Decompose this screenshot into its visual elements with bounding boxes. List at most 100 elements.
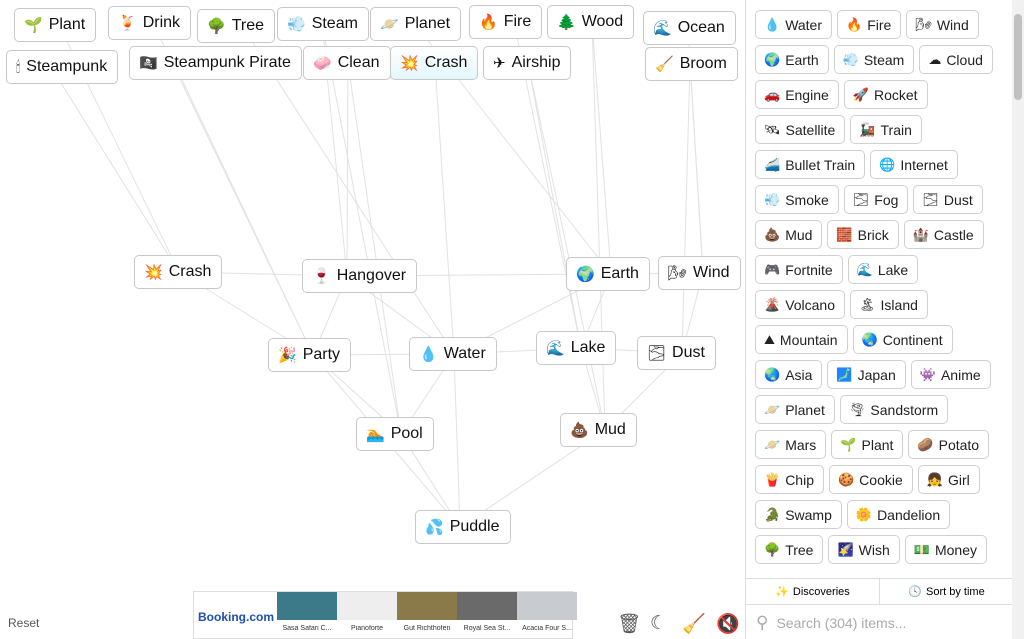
sidebar-item-fire[interactable]: 🔥 Fire	[837, 10, 902, 39]
item-label: Wind	[936, 16, 969, 33]
canvas-item-earth[interactable]: 🌍 Earth	[566, 257, 650, 291]
connection-line	[591, 21, 606, 431]
sidebar-item-lake[interactable]: 🌊 Lake	[847, 255, 919, 284]
sidebar-item-mud[interactable]: 💩 Mud	[755, 220, 823, 249]
canvas-item-crash[interactable]: 💥 Crash	[390, 46, 479, 80]
scrollbar-thumb[interactable]	[1014, 14, 1022, 100]
connection-line	[527, 62, 582, 349]
trash-icon[interactable]: 🗑	[617, 612, 641, 636]
item-label: Mountain	[779, 331, 838, 348]
sidebar-item-brick[interactable]: 🧱 Brick	[827, 220, 899, 249]
canvas-item-lake[interactable]: 🌊 Lake	[536, 331, 617, 365]
sidebar-item-castle[interactable]: 🏰 Castle	[903, 220, 984, 249]
sidebar-item-island[interactable]: 🏝 Island	[850, 290, 928, 319]
reset-button[interactable]: Reset	[8, 616, 39, 630]
canvas-item-ocean[interactable]: 🌊 Ocean	[643, 11, 736, 45]
sidebar-item-bullet-train[interactable]: 🚄 Bullet Train	[755, 150, 866, 179]
canvas-item-party[interactable]: 🎉 Party	[268, 338, 352, 372]
broom-clear-icon[interactable]: 🧹	[682, 612, 706, 636]
mute-sound-icon[interactable]: 🔇	[716, 612, 740, 636]
sidebar-item-volcano[interactable]: 🌋 Volcano	[755, 290, 846, 319]
canvas-item-tree[interactable]: 🌳 Tree	[197, 9, 275, 43]
sidebar-item-cloud[interactable]: ☁ Cloud	[919, 45, 993, 74]
sidebar-item-money[interactable]: 💵 Money	[904, 535, 987, 564]
canvas-item-airship[interactable]: ✈ Airship	[483, 46, 572, 80]
ad-listing[interactable]: Pianoforte	[337, 592, 398, 632]
sidebar-item-plant[interactable]: 🌱 Plant	[831, 430, 904, 459]
canvas-item-dust[interactable]: 🌫 Dust	[637, 336, 716, 370]
sidebar-item-swamp[interactable]: 🐊 Swamp	[755, 500, 842, 529]
discoveries-tab[interactable]: ✨ Discoveries	[746, 579, 880, 604]
ad-listing[interactable]: Acacia Four S...	[517, 592, 578, 632]
sidebar-item-girl[interactable]: 👧 Girl	[917, 465, 980, 494]
canvas-item-broom[interactable]: 🧹 Broom	[645, 47, 738, 81]
canvas-item-crash[interactable]: 💥 Crash	[134, 255, 223, 289]
sidebar-item-train[interactable]: 🚂 Train	[850, 115, 922, 144]
sidebar-item-sandstorm[interactable]: 🌪 Sandstorm	[839, 395, 949, 424]
sidebar-item-planet[interactable]: 🪐 Planet	[755, 395, 835, 424]
ad-listing[interactable]: Sasa Safari C...	[277, 592, 338, 632]
sidebar-item-wish[interactable]: 🌠 Wish	[828, 535, 900, 564]
sidebar-item-continent[interactable]: 🌏 Continent	[852, 325, 953, 354]
ad-image	[397, 592, 458, 620]
sidebar-item-fog[interactable]: 🌫 Fog	[843, 185, 909, 214]
sidebar-item-mountain[interactable]: ⛰ Mountain	[755, 325, 848, 354]
canvas-item-clean[interactable]: 🧼 Clean	[303, 46, 391, 80]
sidebar-item-dust[interactable]: 🌫 Dust	[913, 185, 983, 214]
canvas-item-planet[interactable]: 🪐 Planet	[370, 7, 462, 41]
sidebar-item-mars[interactable]: 🪐 Mars	[755, 430, 827, 459]
advertisement[interactable]: Booking.com Sasa Safari C... Pianoforte Gu…	[193, 591, 578, 639]
sidebar-item-fortnite[interactable]: 🎮 Fortnite	[755, 255, 843, 284]
canvas-item-steam[interactable]: 💨 Steam	[277, 7, 369, 41]
sidebar-item-engine[interactable]: 🚗 Engine	[755, 80, 839, 109]
sidebar-item-asia[interactable]: 🌏 Asia	[755, 360, 823, 389]
item-label: Steampunk Pirate	[163, 54, 291, 71]
sidebar-item-internet[interactable]: 🌐 Internet	[870, 150, 958, 179]
search-input[interactable]: ⚲ Search (304) items...	[746, 606, 1013, 639]
crafting-canvas[interactable]: 🌱 Plant 🍹 Drink 🌳 Tree 💨 Steam 🪐 Planet 🔥 Fire 🌲 Wood…	[0, 0, 745, 639]
sort-by-time-button[interactable]: 🕓 Sort by time	[880, 579, 1013, 604]
dark-mode-moon-icon[interactable]: ☾	[650, 612, 667, 635]
sidebar-item-tree[interactable]: 🌳 Tree	[755, 535, 824, 564]
ad-listing[interactable]: Royal Sea St...	[457, 592, 518, 632]
sidebar-item-steam[interactable]: 💨 Steam	[833, 45, 915, 74]
sidebar-item-anime[interactable]: 👾 Anime	[910, 360, 991, 389]
sidebar-item-satellite[interactable]: 🛰 Satellite	[755, 115, 846, 144]
item-label: Japan	[857, 366, 896, 383]
item-icon: 🎉	[278, 347, 297, 364]
canvas-item-steampunk-pirate[interactable]: 🏴‍☠️ Steampunk Pirate	[129, 46, 302, 80]
ad-image	[337, 592, 398, 620]
sidebar-item-smoke[interactable]: 💨 Smoke	[755, 185, 839, 214]
ad-listing[interactable]: Gut Richthofen	[397, 592, 458, 632]
canvas-item-water[interactable]: 💧 Water	[409, 337, 497, 371]
canvas-item-hangover[interactable]: 🍷 Hangover	[302, 259, 418, 293]
canvas-item-plant[interactable]: 🌱 Plant	[14, 8, 97, 42]
item-label: Dust	[672, 344, 705, 361]
sidebar-item-japan[interactable]: 🗾 Japan	[827, 360, 906, 389]
sidebar-item-potato[interactable]: 🥔 Potato	[908, 430, 990, 459]
item-label: Planet	[404, 15, 451, 32]
item-label: Earth	[600, 265, 639, 282]
sidebar-item-earth[interactable]: 🌍 Earth	[755, 45, 829, 74]
sidebar-item-chip[interactable]: 🍟 Chip	[755, 465, 824, 494]
sparkle-icon: ✨	[775, 586, 789, 598]
canvas-item-fire[interactable]: 🔥 Fire	[469, 5, 543, 39]
canvas-item-drink[interactable]: 🍹 Drink	[108, 6, 192, 40]
ad-brand[interactable]: Booking.com	[194, 592, 277, 624]
canvas-item-mud[interactable]: 💩 Mud	[560, 413, 637, 447]
scrollbar[interactable]	[1012, 0, 1024, 639]
sidebar-item-cookie[interactable]: 🍪 Cookie	[828, 465, 913, 494]
item-icon: 🌠	[837, 541, 854, 557]
canvas-item-pool[interactable]: 🏊 Pool	[356, 417, 434, 451]
canvas-item-wind[interactable]: 🌬 Wind	[658, 256, 741, 290]
item-icon: 🏴‍☠️	[139, 55, 158, 72]
sidebar-item-dandelion[interactable]: 🌼 Dandelion	[846, 500, 951, 529]
item-label: Tree	[785, 541, 814, 558]
sidebar-item-rocket[interactable]: 🚀 Rocket	[843, 80, 928, 109]
canvas-item-puddle[interactable]: 💦 Puddle	[415, 510, 511, 544]
sidebar-item-water[interactable]: 💧 Water	[755, 10, 833, 39]
connection-line	[527, 62, 606, 431]
canvas-item-steampunk[interactable]: 🕯 Steampunk	[6, 50, 119, 84]
sidebar-item-wind[interactable]: 🌬 Wind	[906, 10, 979, 39]
canvas-item-wood[interactable]: 🌲 Wood	[547, 5, 635, 39]
